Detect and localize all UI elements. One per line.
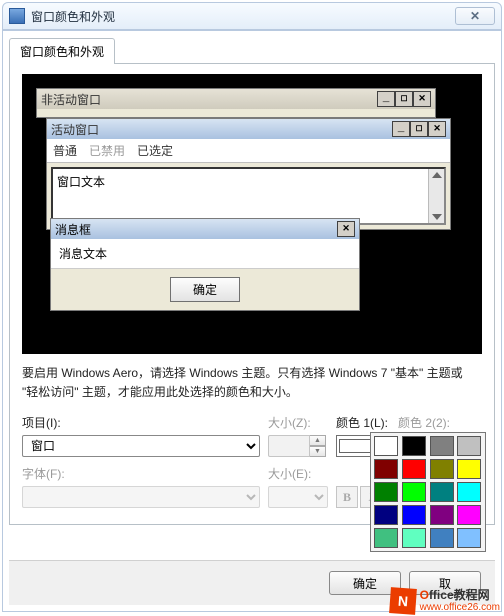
logo-url: www.office26.com (420, 602, 500, 613)
window-title: 窗口颜色和外观 (31, 8, 455, 25)
preview-inactive-window[interactable]: 非活动窗口 _ ☐ ✕ (36, 88, 436, 118)
menu-item-normal[interactable]: 普通 (53, 142, 77, 159)
preview-active-window[interactable]: 活动窗口 _ ☐ ✕ 普通 已禁用 已选定 窗口文本 (46, 118, 451, 230)
palette-color[interactable] (457, 459, 481, 479)
close-icon: ✕ (413, 91, 431, 107)
font-select (22, 486, 260, 508)
palette-color[interactable] (374, 505, 398, 525)
preview-area: 非活动窗口 _ ☐ ✕ 活动窗口 _ ☐ ✕ (22, 74, 482, 354)
palette-color[interactable] (430, 528, 454, 548)
textbox-text: 窗口文本 (57, 175, 105, 189)
fontsize-select (268, 486, 328, 508)
logo-text-rest: ffice教程网 (429, 588, 490, 602)
size-label: 大小(Z): (268, 416, 311, 430)
active-window-title: 活动窗口 (51, 121, 392, 138)
palette-color[interactable] (374, 482, 398, 502)
palette-color[interactable] (430, 482, 454, 502)
palette-color[interactable] (374, 459, 398, 479)
logo-text-o: O (420, 588, 429, 602)
scrollbar[interactable] (428, 169, 444, 223)
palette-color[interactable] (457, 436, 481, 456)
menu-item-selected[interactable]: 已选定 (137, 142, 173, 159)
palette-color[interactable] (457, 528, 481, 548)
palette-color[interactable] (374, 436, 398, 456)
preview-textbox[interactable]: 窗口文本 (51, 167, 446, 225)
palette-color[interactable] (457, 482, 481, 502)
color1-label: 颜色 1(L): (336, 416, 388, 430)
minimize-icon: _ (377, 91, 395, 107)
title-bar: 窗口颜色和外观 ✕ (2, 2, 502, 30)
color2-label: 颜色 2(2): (398, 416, 450, 430)
spin-up-icon: ▲ (310, 435, 326, 446)
menu-item-disabled: 已禁用 (89, 142, 125, 159)
inactive-window-title: 非活动窗口 (41, 91, 377, 108)
close-icon: ✕ (337, 221, 355, 237)
color-palette-popup[interactable] (370, 432, 486, 552)
window-close-button[interactable]: ✕ (455, 7, 495, 25)
palette-color[interactable] (430, 436, 454, 456)
palette-color[interactable] (402, 482, 426, 502)
explanation-text: 要启用 Windows Aero，请选择 Windows 主题。只有选择 Win… (22, 364, 482, 402)
palette-color[interactable] (402, 436, 426, 456)
watermark-logo: N Office教程网 www.office26.com (390, 588, 500, 614)
item-select[interactable]: 窗口 (22, 435, 260, 457)
app-icon (9, 8, 25, 24)
palette-color[interactable] (430, 459, 454, 479)
preview-menu-bar: 普通 已禁用 已选定 (47, 139, 450, 163)
msgbox-text: 消息文本 (51, 239, 359, 269)
font-label: 字体(F): (22, 467, 65, 481)
spin-down-icon: ▼ (310, 446, 326, 457)
fontsize-label: 大小(E): (268, 467, 311, 481)
palette-color[interactable] (457, 505, 481, 525)
palette-color[interactable] (402, 505, 426, 525)
msgbox-ok-button[interactable]: 确定 (170, 277, 240, 302)
maximize-icon: ☐ (410, 121, 428, 137)
palette-color[interactable] (402, 459, 426, 479)
maximize-icon: ☐ (395, 91, 413, 107)
palette-color[interactable] (374, 528, 398, 548)
tab-appearance[interactable]: 窗口颜色和外观 (9, 38, 115, 64)
close-icon: ✕ (428, 121, 446, 137)
palette-color[interactable] (402, 528, 426, 548)
palette-color[interactable] (430, 505, 454, 525)
bold-button: B (336, 486, 358, 508)
size-spinner (268, 435, 310, 457)
tab-strip: 窗口颜色和外观 (9, 37, 495, 63)
msgbox-title: 消息框 (55, 221, 337, 238)
item-label: 项目(I): (22, 416, 61, 430)
preview-message-box[interactable]: 消息框 ✕ 消息文本 确定 (50, 218, 360, 311)
color1-swatch (339, 439, 373, 453)
logo-badge: N (389, 587, 417, 615)
minimize-icon: _ (392, 121, 410, 137)
